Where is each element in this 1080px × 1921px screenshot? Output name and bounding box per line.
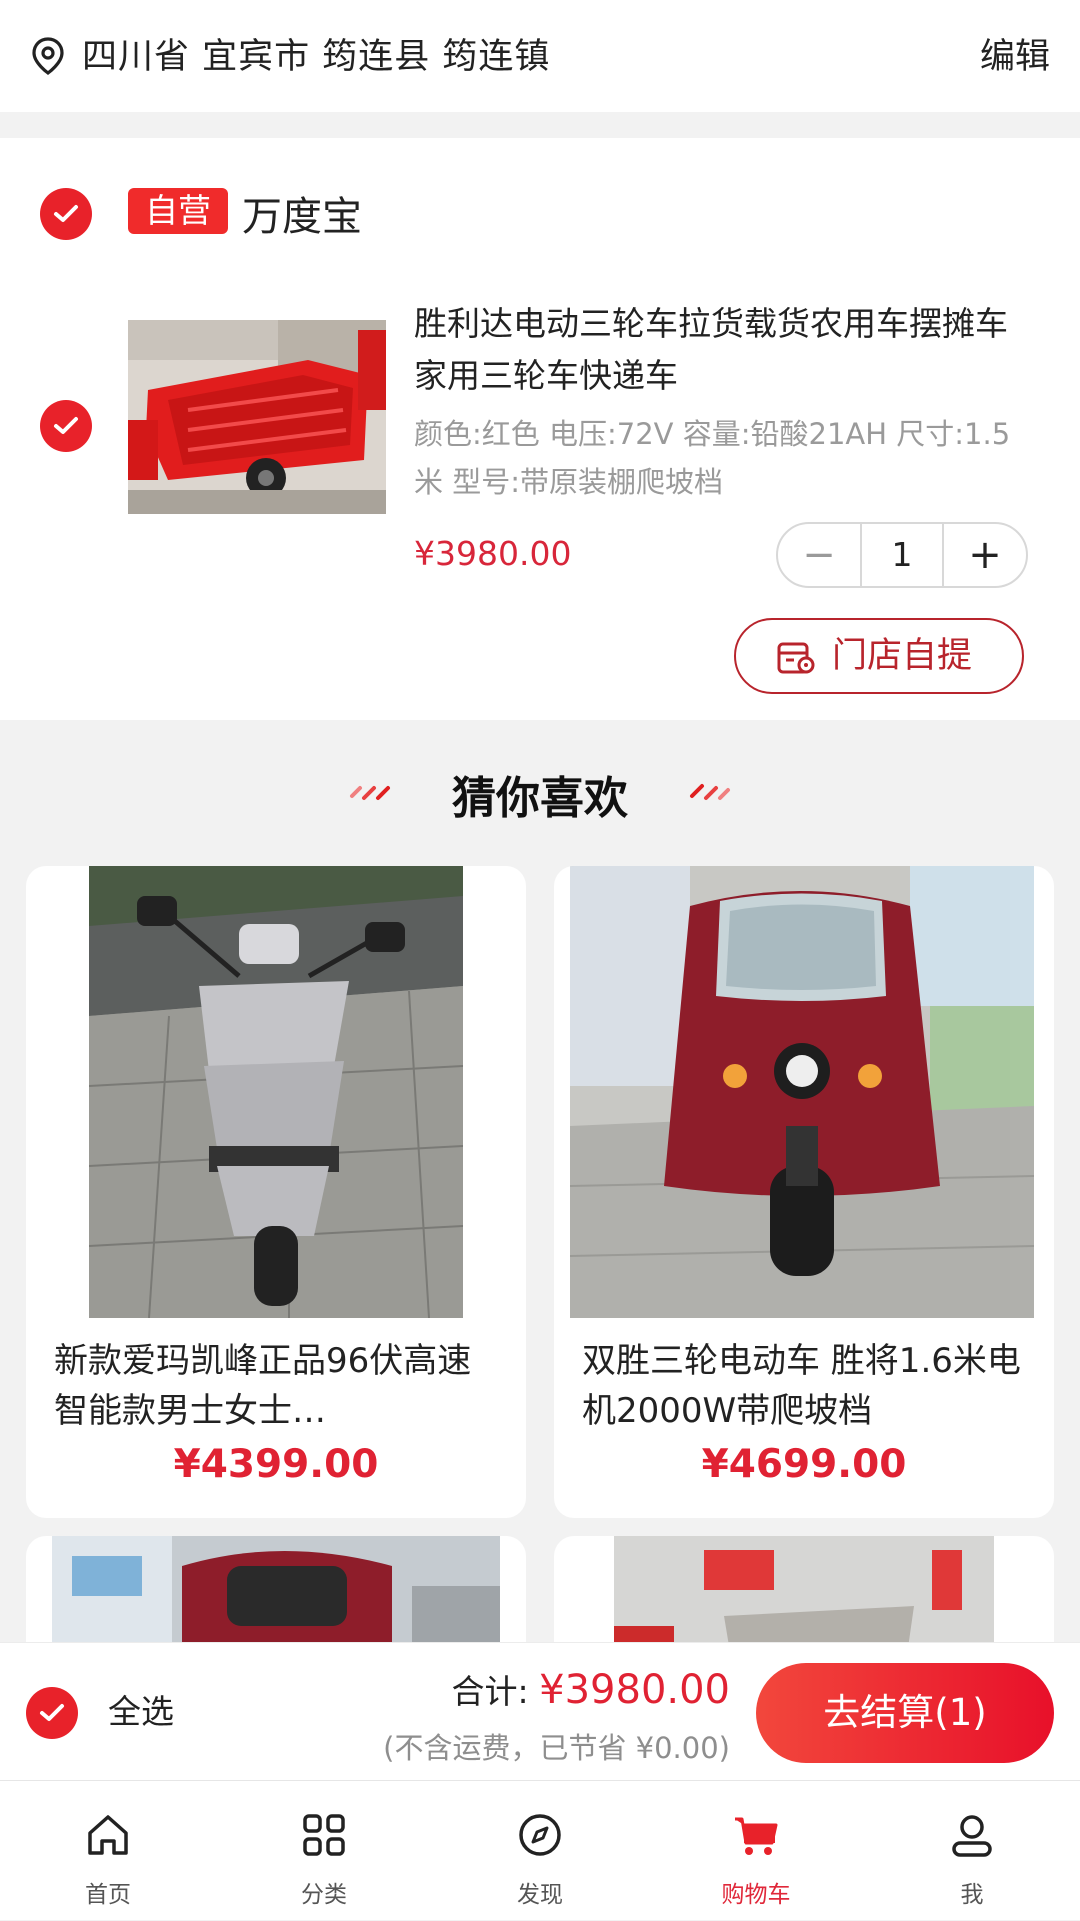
checkmark-icon xyxy=(40,1704,64,1721)
tab-category[interactable]: 分类 xyxy=(216,1781,432,1921)
recommend-title-text: 新款爱玛凯峰正品96伏高速智能款男士女士… xyxy=(54,1341,472,1431)
total-amount: ¥3980.00 xyxy=(539,1667,730,1713)
address-bar[interactable]: 四川省 宜宾市 筠连县 筠连镇 编辑 xyxy=(0,0,1080,112)
total-label: 合计: xyxy=(451,1672,529,1711)
edit-button[interactable]: 编辑 xyxy=(980,28,1050,79)
user-icon xyxy=(952,1815,992,1857)
checkmark-icon xyxy=(54,205,78,222)
category-grid-icon xyxy=(303,1814,345,1856)
recommend-price: ¥4699.00 xyxy=(701,1442,907,1487)
shop-checkbox[interactable] xyxy=(40,188,92,240)
enclosed-tricycle-image xyxy=(570,866,1034,1318)
tab-label: 购物车 xyxy=(721,1882,791,1908)
store-pickup-icon xyxy=(777,642,815,674)
store-pickup-label: 门店自提 xyxy=(832,636,973,676)
product-title[interactable]: 胜利达电动三轮车拉货载货农用车摆摊车家用三轮车快递车 xyxy=(414,298,1034,402)
tab-cart[interactable]: 购物车 xyxy=(648,1781,864,1921)
tab-me[interactable]: 我 xyxy=(864,1781,1080,1921)
store-pickup-button[interactable]: 门店自提 xyxy=(734,618,1024,694)
quantity-stepper: − 1 + xyxy=(776,522,1028,588)
tab-label: 发现 xyxy=(517,1882,563,1908)
shipping-note: (不含运费，已节省 ¥0.00) xyxy=(383,1731,730,1765)
decrease-button[interactable]: − xyxy=(778,524,860,586)
location-pin-icon xyxy=(32,37,64,75)
scooter-image xyxy=(89,866,463,1318)
compass-icon xyxy=(519,1814,561,1856)
checkout-button[interactable]: 去结算(1) xyxy=(756,1663,1054,1763)
total-line: 合计: ¥3980.00 xyxy=(452,1665,730,1713)
address-text[interactable]: 四川省 宜宾市 筠连县 筠连镇 xyxy=(82,28,550,79)
checkout-bar: 全选 合计: ¥3980.00 (不含运费，已节省 ¥0.00) 去结算(1) xyxy=(0,1642,1080,1780)
red-cargo-tricycle-image xyxy=(128,320,386,514)
item-checkbox[interactable] xyxy=(40,400,92,452)
recommend-title: 猜你喜欢 xyxy=(452,773,628,824)
quantity-value[interactable]: 1 xyxy=(860,524,944,586)
cart-shop-card: 自营 万度宝 胜利达电动三轮车拉货载货农用车摆摊车家用三轮车快递车 颜色:红色 … xyxy=(0,138,1080,720)
shop-name[interactable]: 万度宝 xyxy=(242,184,362,242)
select-all-checkbox[interactable] xyxy=(26,1687,78,1739)
decoration-right-icon xyxy=(690,784,730,800)
bottom-tab-bar: 首页 分类 发现 购物车 我 xyxy=(0,1780,1080,1920)
recommend-price: ¥4399.00 xyxy=(173,1442,379,1487)
product-image[interactable] xyxy=(128,320,386,514)
tab-label: 分类 xyxy=(301,1882,347,1908)
select-all-label[interactable]: 全选 xyxy=(108,1685,174,1733)
tab-label: 首页 xyxy=(85,1882,131,1908)
home-icon xyxy=(88,1815,128,1855)
recommend-title-text: 双胜三轮电动车 胜将1.6米电机2000W带爬坡档 xyxy=(582,1341,1021,1431)
product-spec[interactable]: 颜色:红色 电压:72V 容量:铅酸21AH 尺寸:1.5米 型号:带原装棚爬坡… xyxy=(414,410,1034,506)
increase-button[interactable]: + xyxy=(944,524,1026,586)
product-image[interactable] xyxy=(89,866,463,1318)
product-price: ¥3980.00 xyxy=(414,534,572,573)
recommend-card[interactable]: 新款爱玛凯峰正品96伏高速智能款男士女士… ¥4399.00 xyxy=(26,866,526,1518)
recommend-card[interactable]: 双胜三轮电动车 胜将1.6米电机2000W带爬坡档 ¥4699.00 xyxy=(554,866,1054,1518)
shopping-cart-icon xyxy=(735,1817,778,1855)
tab-label: 我 xyxy=(960,1882,984,1908)
checkmark-icon xyxy=(54,417,78,434)
tab-discover[interactable]: 发现 xyxy=(432,1781,648,1921)
tab-home[interactable]: 首页 xyxy=(0,1781,216,1921)
product-image[interactable] xyxy=(570,866,1034,1318)
recommend-header: 猜你喜欢 xyxy=(0,752,1080,832)
self-operated-tag: 自营 xyxy=(128,188,228,234)
